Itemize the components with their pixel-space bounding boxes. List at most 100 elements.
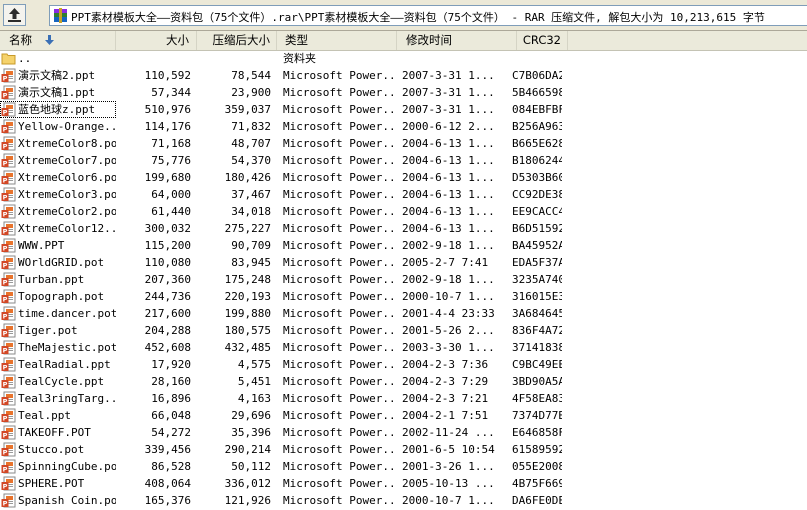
- file-name-cell[interactable]: P SpinningCube.pot: [0, 458, 116, 475]
- file-name: XtremeColor2.pot: [18, 205, 116, 218]
- file-name-cell[interactable]: P XtremeColor7.pot: [0, 152, 116, 169]
- file-row[interactable]: P 演示文稿1.ppt 57,344 23,900 Microsoft Power...…: [0, 84, 807, 101]
- file-name-cell[interactable]: P Topograph.pot: [0, 288, 116, 305]
- file-row[interactable]: P Spanish Coin.pot 165,376 121,926 Microsoft…: [0, 492, 807, 509]
- file-row[interactable]: P 演示文稿2.ppt 110,592 78,544 Microsoft Power..…: [0, 67, 807, 84]
- file-size: 408,064: [144, 477, 191, 490]
- file-name-cell[interactable]: P TealRadial.ppt: [0, 356, 116, 373]
- file-name-cell[interactable]: P Teal.ppt: [0, 407, 116, 424]
- svg-text:P: P: [3, 262, 8, 270]
- file-name: WOrldGRID.pot: [18, 256, 105, 269]
- file-name-cell[interactable]: P XtremeColor3.pot: [0, 186, 116, 203]
- file-crc32: E646858F: [512, 426, 562, 439]
- ppt-icon: P: [1, 102, 16, 117]
- file-name-cell[interactable]: P XtremeColor12...: [0, 220, 116, 237]
- column-header: 名称 大小 压缩后大小 类型 修改时间 CRC32: [0, 31, 807, 51]
- file-modified: 2004-2-3 7:21: [402, 392, 489, 405]
- file-crc32: BA45952A: [512, 239, 562, 252]
- file-row[interactable]: P TealRadial.ppt 17,920 4,575 Microsoft Powe…: [0, 356, 807, 373]
- file-type: Microsoft Power...: [283, 341, 398, 354]
- file-size: 54,272: [151, 426, 191, 439]
- file-modified: 2004-6-13 1...: [402, 188, 495, 201]
- file-type: Microsoft Power...: [283, 171, 398, 184]
- file-name-cell[interactable]: P Stucco.pot: [0, 441, 116, 458]
- file-row[interactable]: P Stucco.pot 339,456 290,214 Microsoft Power…: [0, 441, 807, 458]
- file-name-cell[interactable]: P 蓝色地球z.ppt: [0, 101, 116, 118]
- column-modified[interactable]: 修改时间: [397, 31, 517, 50]
- file-name-cell[interactable]: P Yellow-Orange...: [0, 118, 116, 135]
- file-packed-size: 34,018: [231, 205, 271, 218]
- file-name-cell[interactable]: P 演示文稿2.ppt: [0, 67, 116, 84]
- file-row[interactable]: P Teal.ppt 66,048 29,696 Microsoft Power... 2…: [0, 407, 807, 424]
- file-name-cell[interactable]: ..: [0, 50, 116, 67]
- file-row[interactable]: P XtremeColor2.pot 61,440 34,018 Microsoft P…: [0, 203, 807, 220]
- file-name-cell[interactable]: P WWW.PPT: [0, 237, 116, 254]
- file-row[interactable]: P 蓝色地球z.ppt 510,976 359,037 Microsoft Power.…: [0, 101, 807, 118]
- file-row[interactable]: P Tiger.pot 204,288 180,575 Microsoft Power.…: [0, 322, 807, 339]
- file-crc32: 61589592: [512, 443, 562, 456]
- file-row[interactable]: P TAKEOFF.POT 54,272 35,396 Microsoft Power.…: [0, 424, 807, 441]
- ppt-icon: P: [1, 391, 16, 406]
- file-row[interactable]: P TheMajestic.pot 452,608 432,485 Microsoft …: [0, 339, 807, 356]
- svg-text:P: P: [3, 143, 8, 151]
- column-crc32[interactable]: CRC32: [517, 31, 568, 50]
- file-name-cell[interactable]: P TheMajestic.pot: [0, 339, 116, 356]
- file-row[interactable]: P Yellow-Orange... 114,176 71,832 Microsoft …: [0, 118, 807, 135]
- file-name-cell[interactable]: P Turban.ppt: [0, 271, 116, 288]
- file-name-cell[interactable]: P Tiger.pot: [0, 322, 116, 339]
- column-name[interactable]: 名称: [0, 31, 116, 50]
- file-row[interactable]: .. 资料夹: [0, 50, 807, 67]
- file-name-cell[interactable]: P Spanish Coin.pot: [0, 492, 116, 509]
- file-name: XtremeColor3.pot: [18, 188, 116, 201]
- file-row[interactable]: P SPHERE.POT 408,064 336,012 Microsoft Power…: [0, 475, 807, 492]
- column-type[interactable]: 类型: [277, 31, 397, 50]
- file-packed-size: 290,214: [224, 443, 271, 456]
- file-row[interactable]: P SpinningCube.pot 86,528 50,112 Microsoft P…: [0, 458, 807, 475]
- file-name-cell[interactable]: Ptime.dancer.pot: [0, 305, 116, 322]
- file-name-cell[interactable]: P WOrldGRID.pot: [0, 254, 116, 271]
- file-row[interactable]: Ptime.dancer.pot 217,600 199,880 Microsoft …: [0, 305, 807, 322]
- file-name: SPHERE.POT: [18, 477, 85, 490]
- sort-descending-icon: [45, 35, 54, 45]
- file-row[interactable]: P Turban.ppt 207,360 175,248 Microsoft Power…: [0, 271, 807, 288]
- file-name-cell[interactable]: P Teal3ringTarg...: [0, 390, 116, 407]
- svg-text:P: P: [3, 398, 8, 406]
- file-type: Microsoft Power...: [283, 137, 398, 150]
- ppt-icon: P: [1, 85, 16, 100]
- file-name-cell[interactable]: P 演示文稿1.ppt: [0, 84, 116, 101]
- svg-text:P: P: [3, 177, 8, 185]
- file-name-cell[interactable]: P XtremeColor2.pot: [0, 203, 116, 220]
- file-row[interactable]: P XtremeColor3.pot 64,000 37,467 Microsoft P…: [0, 186, 807, 203]
- file-name: XtremeColor7.pot: [18, 154, 116, 167]
- file-type: Microsoft Power...: [283, 494, 398, 507]
- path-field[interactable]: PPT素材模板大全——资料包（75个文件）.rar\PPT素材模板大全——资料包…: [49, 5, 807, 26]
- up-one-level-button[interactable]: [3, 4, 26, 26]
- file-row[interactable]: P TealCycle.ppt 28,160 5,451 Microsoft Power…: [0, 373, 807, 390]
- file-packed-size: 180,426: [224, 171, 271, 184]
- file-row[interactable]: P XtremeColor12... 300,032 275,227 Microsoft…: [0, 220, 807, 237]
- file-name-cell[interactable]: P TAKEOFF.POT: [0, 424, 116, 441]
- file-packed-size: 83,945: [231, 256, 271, 269]
- file-row[interactable]: P Teal3ringTarg... 16,896 4,163 Microsoft Po…: [0, 390, 807, 407]
- file-name-cell[interactable]: P XtremeColor8.pot: [0, 135, 116, 152]
- file-packed-size: 50,112: [231, 460, 271, 473]
- file-name-cell[interactable]: P TealCycle.ppt: [0, 373, 116, 390]
- file-row[interactable]: P XtremeColor8.pot 71,168 48,707 Microsoft P…: [0, 135, 807, 152]
- file-row[interactable]: P WWW.PPT 115,200 90,709 Microsoft Power... 2…: [0, 237, 807, 254]
- file-modified: 2004-2-3 7:29: [402, 375, 489, 388]
- file-size: 115,200: [144, 239, 191, 252]
- column-size[interactable]: 大小: [116, 31, 197, 50]
- file-packed-size: [197, 50, 271, 67]
- file-crc32: 37141838: [512, 341, 562, 354]
- file-name: Teal3ringTarg...: [18, 392, 116, 405]
- file-name-cell[interactable]: P SPHERE.POT: [0, 475, 116, 492]
- address-bar: PPT素材模板大全——资料包（75个文件）.rar\PPT素材模板大全——资料包…: [0, 0, 807, 31]
- file-row[interactable]: P XtremeColor6.pot 199,680 180,426 Microsoft…: [0, 169, 807, 186]
- file-name: SpinningCube.pot: [18, 460, 116, 473]
- column-packed-size[interactable]: 压缩后大小: [197, 31, 277, 50]
- file-row[interactable]: P Topograph.pot 244,736 220,193 Microsoft Po…: [0, 288, 807, 305]
- file-name-cell[interactable]: P XtremeColor6.pot: [0, 169, 116, 186]
- file-type: Microsoft Power...: [283, 443, 398, 456]
- file-row[interactable]: P XtremeColor7.pot 75,776 54,370 Microsoft P…: [0, 152, 807, 169]
- file-row[interactable]: P WOrldGRID.pot 110,080 83,945 Microsoft Pow…: [0, 254, 807, 271]
